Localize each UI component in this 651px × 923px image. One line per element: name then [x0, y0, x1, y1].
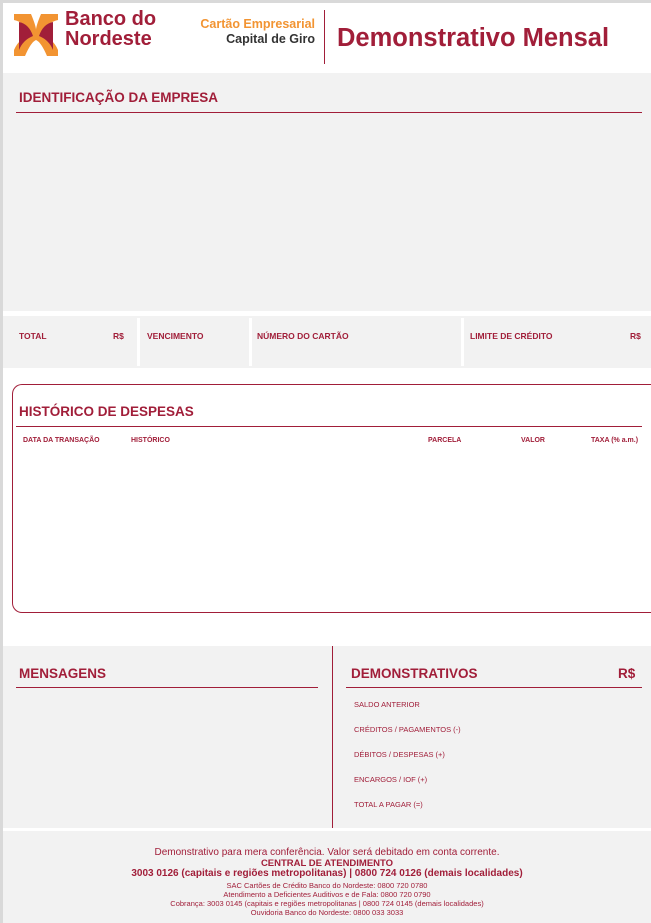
summary-panel: TOTAL R$ VENCIMENTO NÚMERO DO CARTÃO LIM…	[3, 316, 651, 368]
historico-rule	[16, 426, 642, 427]
limite-label: LIMITE DE CRÉDITO	[470, 331, 553, 341]
bottom-panel: MENSAGENS DEMONSTRATIVOS R$ SALDO ANTERI…	[3, 646, 651, 828]
summary-sep-2	[249, 318, 252, 366]
logo-line-2: Nordeste	[65, 28, 152, 50]
numero-cartao-label: NÚMERO DO CARTÃO	[257, 331, 349, 341]
creditos-pagamentos-label: CRÉDITOS / PAGAMENTOS (-)	[354, 725, 461, 734]
historico-panel: HISTÓRICO DE DESPESAS DATA DA TRANSAÇÃO …	[12, 384, 651, 613]
limite-currency: R$	[630, 331, 641, 341]
col-parcela: PARCELA	[428, 437, 462, 444]
encargos-iof-label: ENCARGOS / IOF (+)	[354, 775, 428, 784]
demonstrativos-rule	[346, 687, 642, 688]
product-line-1: Cartão Empresarial	[200, 17, 315, 31]
footer-central-phones: 3003 0126 (capitais e regiões metropolit…	[131, 868, 523, 879]
total-label: TOTAL	[19, 331, 47, 341]
col-data-transacao: DATA DA TRANSAÇÃO	[23, 437, 100, 444]
footer-notice: Demonstrativo para mera conferência. Val…	[154, 847, 500, 858]
demonstrativos-title: DEMONSTRATIVOS	[351, 666, 478, 681]
footer: Demonstrativo para mera conferência. Val…	[3, 831, 651, 923]
identificacao-rule	[16, 112, 642, 113]
footer-deficientes: Atendimento a Deficientes Auditivos e de…	[223, 890, 431, 899]
identificacao-panel: IDENTIFICAÇÃO DA EMPRESA	[3, 73, 651, 311]
total-currency: R$	[113, 331, 124, 341]
footer-cobranca: Cobrança: 3003 0145 (capitais e regiões …	[170, 899, 484, 908]
saldo-anterior-label: SALDO ANTERIOR	[354, 700, 420, 709]
summary-sep-1	[137, 318, 140, 366]
mensagens-rule	[16, 687, 318, 688]
debitos-despesas-label: DÉBITOS / DESPESAS (+)	[354, 750, 445, 759]
footer-sac: SAC Cartões de Crédito Banco do Nordeste…	[226, 881, 428, 890]
col-valor: VALOR	[521, 437, 545, 444]
mensagens-title: MENSAGENS	[19, 666, 107, 681]
product-line-2: Capital de Giro	[226, 32, 315, 46]
historico-title: HISTÓRICO DE DESPESAS	[19, 404, 194, 419]
col-historico: HISTÓRICO	[131, 437, 170, 444]
mensagens-demonstrativos-divider	[332, 646, 333, 828]
header: Banco do Nordeste Cartão Empresarial Cap…	[3, 3, 651, 70]
product-name: Cartão Empresarial Capital de Giro	[183, 17, 315, 47]
bank-logo-icon	[14, 14, 58, 56]
total-a-pagar-label: TOTAL A PAGAR (=)	[354, 800, 423, 809]
vencimento-label: VENCIMENTO	[147, 331, 204, 341]
bank-logo-text: Banco do Nordeste	[65, 9, 156, 49]
header-divider	[324, 10, 325, 64]
col-taxa: TAXA (% a.m.)	[591, 437, 639, 444]
footer-ouvidoria: Ouvidoria Banco do Nordeste: 0800 033 30…	[250, 908, 404, 917]
logo-line-1: Banco do	[65, 8, 157, 30]
identificacao-title: IDENTIFICAÇÃO DA EMPRESA	[19, 90, 219, 105]
demonstrativos-currency: R$	[618, 666, 636, 681]
summary-sep-3	[461, 318, 464, 366]
document-title: Demonstrativo Mensal	[337, 24, 610, 52]
